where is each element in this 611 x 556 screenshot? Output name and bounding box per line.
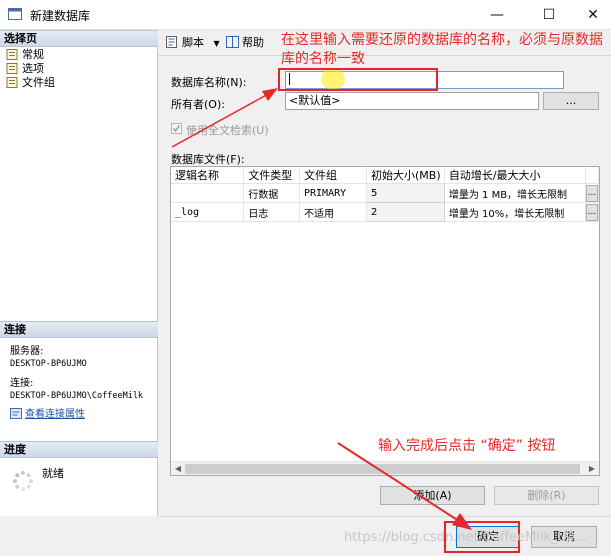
arrow-icon: [171, 88, 278, 148]
watermark-text: https://blog.csdn.net/CoffeeMilk_UA...: [344, 530, 589, 545]
arrow-icon: [337, 442, 472, 530]
annotation-arrows: [171, 88, 472, 530]
